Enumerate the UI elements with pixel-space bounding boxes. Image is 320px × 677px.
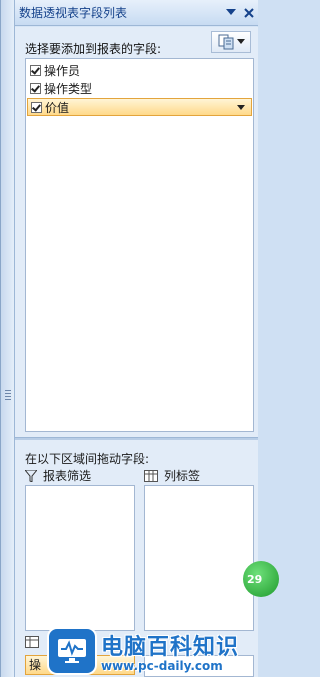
row-labels-header <box>25 636 39 648</box>
field-item-value[interactable]: 价值 <box>27 98 252 116</box>
field-label: 操作类型 <box>44 81 93 96</box>
pane-title-bar: 数据透视表字段列表 <box>15 0 258 26</box>
column-labels-dropzone[interactable] <box>144 485 254 631</box>
chevron-down-icon <box>226 8 236 15</box>
field-label: 价值 <box>45 100 70 115</box>
watermark-url: www.pc-daily.com <box>101 658 223 673</box>
watermark-title: 电脑百科知识 <box>101 634 240 660</box>
chevron-down-icon <box>236 39 245 44</box>
field-list-panel: 选择要添加到报表的字段: 操作员 操作类型 价值 在以下区域间拖动字段: 报表筛… <box>15 27 258 677</box>
pane-title: 数据透视表字段列表 <box>19 6 128 20</box>
task-pane-options-button[interactable] <box>222 4 240 22</box>
monitor-logo-icon <box>49 628 95 673</box>
floating-badge[interactable]: 29 <box>243 561 279 597</box>
field-checkbox[interactable] <box>31 101 42 113</box>
field-list-layout-button[interactable] <box>211 31 251 53</box>
report-filter-header: 报表筛选 <box>25 467 91 484</box>
areas-section-label: 在以下区域间拖动字段: <box>25 452 150 466</box>
grid-icon <box>144 469 158 482</box>
watermark: 电脑百科知识 www.pc-daily.com <box>49 624 258 677</box>
field-checkbox[interactable] <box>30 82 41 94</box>
close-pane-button[interactable] <box>240 4 258 22</box>
pivot-field-list-pane: 数据透视表字段列表 选择要添加到报表的字段: 操作员 操作类型 价值 在以下区域… <box>0 0 279 677</box>
field-section-label: 选择要添加到报表的字段: <box>25 42 162 56</box>
report-filter-label: 报表筛选 <box>43 469 92 483</box>
resize-grip-icon[interactable] <box>5 390 11 400</box>
pane-resize-strip[interactable] <box>1 0 15 677</box>
field-dropdown-icon[interactable] <box>237 104 245 110</box>
field-list-box: 操作员 操作类型 价值 <box>25 58 254 432</box>
column-labels-label: 列标签 <box>164 469 201 483</box>
field-label: 操作员 <box>44 63 81 78</box>
close-icon <box>244 7 254 18</box>
watermark-text: 电脑百科知识 www.pc-daily.com <box>101 629 239 673</box>
field-item-operator[interactable]: 操作员 <box>27 61 252 79</box>
grid-icon <box>25 636 39 648</box>
field-item-operation-type[interactable]: 操作类型 <box>27 79 252 97</box>
column-labels-header: 列标签 <box>144 467 200 484</box>
filter-icon <box>25 469 37 482</box>
field-checkbox[interactable] <box>30 64 41 76</box>
layout-icon <box>218 34 233 50</box>
section-splitter[interactable] <box>15 437 258 440</box>
report-filter-dropzone[interactable] <box>25 485 135 631</box>
